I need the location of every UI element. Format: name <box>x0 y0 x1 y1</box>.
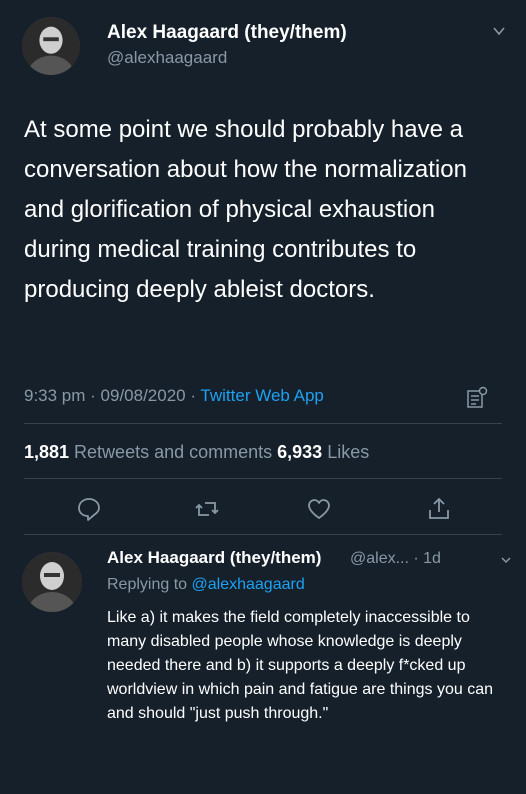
analytics-icon[interactable] <box>466 386 488 410</box>
reply-author-avatar[interactable] <box>22 552 82 612</box>
reply-handle-time[interactable]: @alex... · 1d <box>350 550 441 568</box>
reply-author-name[interactable]: Alex Haagaard (they/them) <box>107 548 321 568</box>
tweet-detail-page: Alex Haagaard (they/them) @alexhaagaard … <box>0 0 526 794</box>
reply-icon[interactable] <box>76 496 102 522</box>
replying-to: Replying to @alexhaagaard <box>107 576 305 594</box>
avatar-photo <box>22 552 82 612</box>
tweet-source-app[interactable]: Twitter Web App <box>200 386 323 405</box>
chevron-down-icon[interactable] <box>492 24 506 38</box>
tweet-text: At some point we should probably have a … <box>24 116 467 303</box>
author-name[interactable]: Alex Haagaard (they/them) <box>107 22 347 44</box>
divider <box>24 423 502 424</box>
replying-prefix: Replying to <box>107 576 192 593</box>
author-avatar[interactable] <box>22 17 80 75</box>
avatar-photo <box>22 17 80 75</box>
share-icon[interactable] <box>426 496 452 522</box>
reply-text: Like a) it makes the field completely in… <box>107 609 494 722</box>
heart-icon[interactable] <box>306 496 332 522</box>
retweet-icon[interactable] <box>194 496 220 522</box>
chevron-down-icon[interactable] <box>500 553 512 565</box>
replying-mention[interactable]: @alexhaagaard <box>192 576 305 593</box>
tweet-meta: 9:33 pm · 09/08/2020 · Twitter Web App <box>24 386 324 406</box>
author-handle[interactable]: @alexhaagaard <box>107 48 227 68</box>
divider <box>24 478 502 479</box>
retweets-label[interactable]: Retweets and comments <box>69 442 277 462</box>
divider <box>24 534 502 535</box>
likes-count[interactable]: 6,933 <box>277 442 322 462</box>
tweet-stats: 1,881 Retweets and comments 6,933 Likes <box>24 442 369 463</box>
retweets-count[interactable]: 1,881 <box>24 442 69 462</box>
tweet-timestamp[interactable]: 9:33 pm · 09/08/2020 · <box>24 386 200 405</box>
likes-label[interactable]: Likes <box>322 442 369 462</box>
